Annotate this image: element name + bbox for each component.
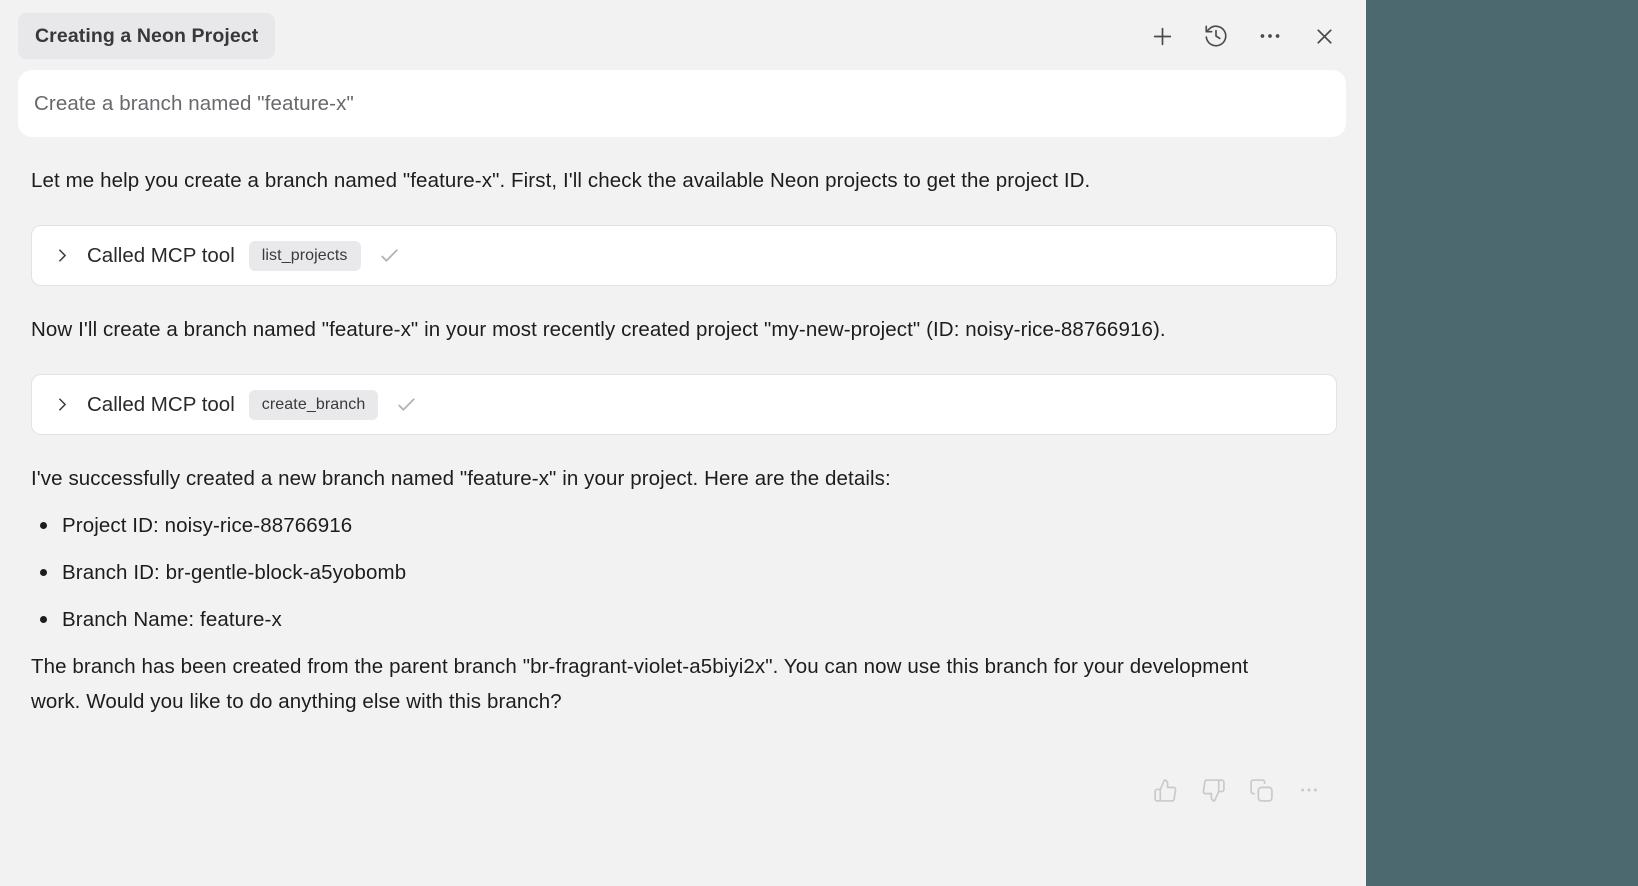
user-message-card[interactable]: Create a branch named "feature-x" bbox=[18, 70, 1346, 137]
copy-button[interactable] bbox=[1248, 777, 1274, 803]
panel-header: Creating a Neon Project bbox=[0, 13, 1366, 59]
check-icon bbox=[394, 392, 419, 417]
close-icon bbox=[1312, 24, 1337, 49]
thumbs-down-icon bbox=[1201, 778, 1226, 803]
close-panel-button[interactable] bbox=[1310, 22, 1338, 50]
check-icon bbox=[377, 243, 402, 268]
more-options-button[interactable] bbox=[1256, 22, 1284, 50]
message-more-button[interactable] bbox=[1296, 777, 1322, 803]
new-thread-button[interactable] bbox=[1148, 22, 1176, 50]
list-item: Branch ID: br-gentle-block-a5yobomb bbox=[31, 555, 1337, 590]
assistant-panel: Creating a Neon Project bbox=[0, 0, 1366, 886]
message-actions bbox=[31, 777, 1322, 803]
thumbs-down-button[interactable] bbox=[1200, 777, 1226, 803]
ellipsis-icon bbox=[1257, 23, 1283, 49]
assistant-paragraph-success: I've successfully created a new branch n… bbox=[31, 461, 1276, 496]
history-icon bbox=[1203, 23, 1229, 49]
user-message-text: Create a branch named "feature-x" bbox=[34, 92, 354, 116]
editor-background bbox=[1366, 0, 1638, 886]
thumbs-up-button[interactable] bbox=[1152, 777, 1178, 803]
plus-icon bbox=[1149, 23, 1176, 50]
assistant-response: Let me help you create a branch named "f… bbox=[0, 163, 1366, 803]
tool-call-card-create-branch[interactable]: Called MCP tool create_branch bbox=[31, 374, 1337, 435]
list-item: Branch Name: feature-x bbox=[31, 602, 1337, 637]
thumbs-up-icon bbox=[1153, 778, 1178, 803]
tool-call-label: Called MCP tool bbox=[87, 393, 235, 417]
list-item: Project ID: noisy-rice-88766916 bbox=[31, 508, 1337, 543]
assistant-paragraph-create: Now I'll create a branch named "feature-… bbox=[31, 312, 1276, 347]
tool-call-card-list-projects[interactable]: Called MCP tool list_projects bbox=[31, 225, 1337, 286]
ellipsis-icon bbox=[1298, 779, 1320, 801]
chevron-right-icon bbox=[52, 394, 73, 415]
copy-icon bbox=[1249, 778, 1274, 803]
chevron-right-icon bbox=[52, 245, 73, 266]
tool-name-badge: create_branch bbox=[249, 390, 379, 420]
history-button[interactable] bbox=[1202, 22, 1230, 50]
header-actions bbox=[1148, 22, 1338, 50]
thread-title[interactable]: Creating a Neon Project bbox=[18, 13, 275, 59]
tool-call-label: Called MCP tool bbox=[87, 244, 235, 268]
tool-name-badge: list_projects bbox=[249, 241, 361, 271]
assistant-paragraph-closing: The branch has been created from the par… bbox=[31, 649, 1276, 719]
assistant-paragraph-intro: Let me help you create a branch named "f… bbox=[31, 163, 1276, 198]
branch-details-list: Project ID: noisy-rice-88766916 Branch I… bbox=[31, 508, 1337, 637]
